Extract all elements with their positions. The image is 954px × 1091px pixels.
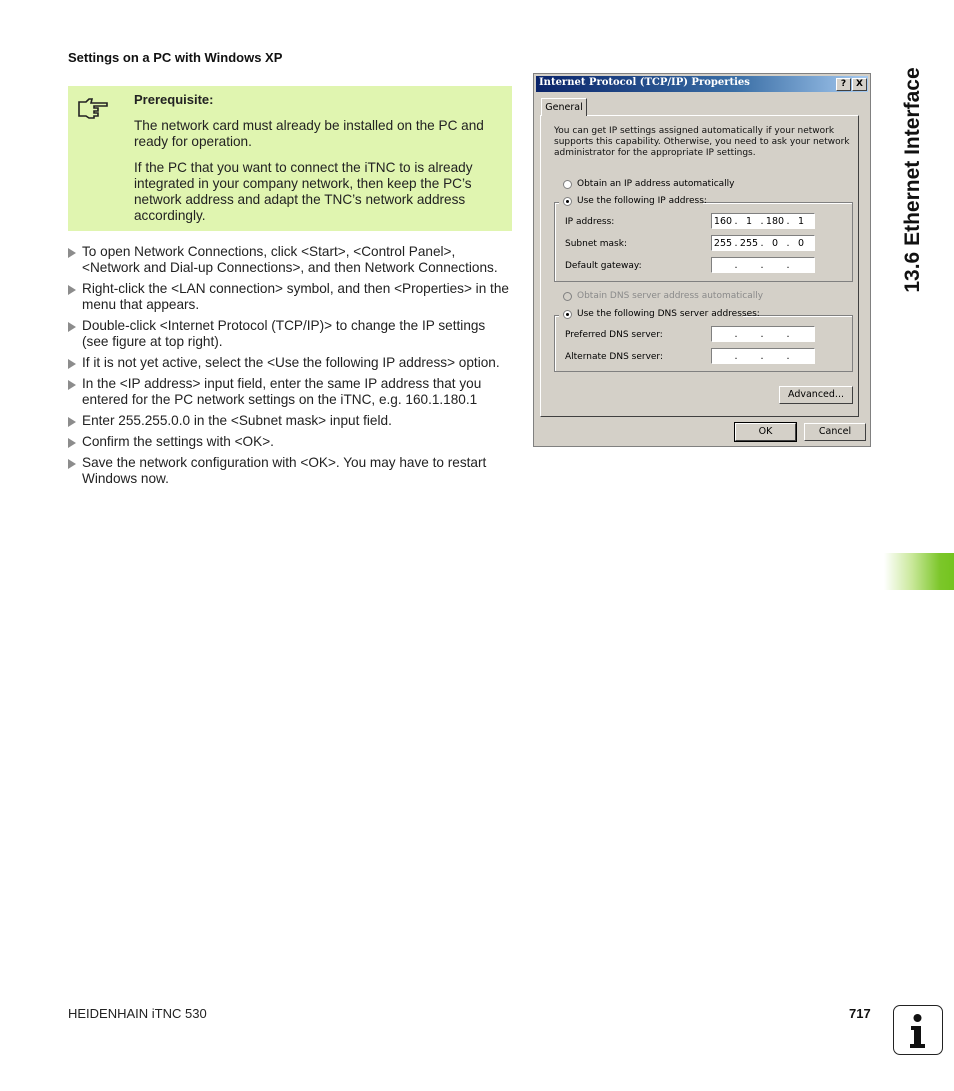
ip-address-input[interactable]: 160. 1. 180. 1 — [711, 213, 815, 229]
ip-address-label: IP address: — [565, 217, 615, 227]
preferred-dns-label: Preferred DNS server: — [565, 330, 663, 340]
pointing-hand-icon — [78, 98, 108, 119]
step-arrow-icon — [68, 459, 76, 469]
step-arrow-icon — [68, 359, 76, 369]
subnet-mask-input[interactable]: 255. 255. 0. 0 — [711, 235, 815, 251]
ok-button[interactable]: OK — [734, 422, 797, 442]
step-arrow-icon — [68, 417, 76, 427]
tcpip-properties-dialog: Internet Protocol (TCP/IP) Properties ? … — [533, 73, 871, 447]
note-title: Prerequisite: — [134, 92, 214, 107]
advanced-button[interactable]: Advanced... — [779, 386, 853, 404]
chapter-side-title: 13.6 Ethernet Interface — [901, 67, 924, 293]
ip-auto-label[interactable]: Obtain an IP address automatically — [577, 179, 735, 189]
alternate-dns-label: Alternate DNS server: — [565, 352, 664, 362]
subnet-mask-label: Subnet mask: — [565, 239, 627, 249]
dns-auto-label[interactable]: Obtain DNS server address automatically — [577, 291, 763, 301]
ip-manual-radio[interactable] — [563, 197, 572, 206]
step-arrow-icon — [68, 438, 76, 448]
alternate-dns-input[interactable]: ... — [711, 348, 815, 364]
dns-auto-radio[interactable] — [563, 292, 572, 301]
note-paragraph: If the PC that you want to connect the i… — [134, 160, 473, 223]
step-item: Enter 255.255.0.0 in the <Subnet mask> i… — [68, 413, 512, 429]
step-item: Right-click the <LAN connection> symbol,… — [68, 281, 512, 313]
ip-manual-label[interactable]: Use the following IP address: — [577, 196, 707, 206]
step-arrow-icon — [68, 248, 76, 258]
step-item: If it is not yet active, select the <Use… — [68, 355, 512, 371]
chapter-thumb-tab — [884, 553, 954, 590]
general-tab-panel: You can get IP settings assigned automat… — [540, 115, 859, 417]
close-button[interactable]: X — [852, 78, 867, 91]
dialog-titlebar: Internet Protocol (TCP/IP) Properties ? … — [536, 76, 868, 92]
note-paragraph: The network card must already be install… — [134, 118, 484, 149]
dns-manual-radio[interactable] — [563, 310, 572, 319]
dns-manual-label[interactable]: Use the following DNS server addresses: — [577, 309, 760, 319]
info-icon — [893, 1005, 943, 1055]
step-arrow-icon — [68, 285, 76, 295]
dialog-title: Internet Protocol (TCP/IP) Properties — [539, 77, 750, 88]
step-item: In the <IP address> input field, enter t… — [68, 376, 512, 408]
step-arrow-icon — [68, 380, 76, 390]
step-item: Double-click <Internet Protocol (TCP/IP)… — [68, 318, 512, 350]
step-arrow-icon — [68, 322, 76, 332]
help-button[interactable]: ? — [836, 78, 851, 91]
preferred-dns-input[interactable]: ... — [711, 326, 815, 342]
step-item: Save the network configuration with <OK>… — [68, 455, 512, 487]
dialog-intro-text: You can get IP settings assigned automat… — [554, 126, 850, 158]
cancel-button[interactable]: Cancel — [804, 423, 866, 441]
default-gateway-label: Default gateway: — [565, 261, 642, 271]
page-number: 717 — [849, 1006, 871, 1021]
step-item: Confirm the settings with <OK>. — [68, 434, 512, 450]
default-gateway-input[interactable]: ... — [711, 257, 815, 273]
prerequisite-note: Prerequisite: The network card must alre… — [68, 86, 512, 231]
footer-product: HEIDENHAIN iTNC 530 — [68, 1006, 207, 1021]
ip-auto-radio[interactable] — [563, 180, 572, 189]
step-item: To open Network Connections, click <Star… — [68, 244, 512, 276]
section-heading: Settings on a PC with Windows XP — [68, 50, 283, 65]
instruction-steps: To open Network Connections, click <Star… — [68, 244, 512, 492]
tab-general[interactable]: General — [541, 98, 587, 116]
